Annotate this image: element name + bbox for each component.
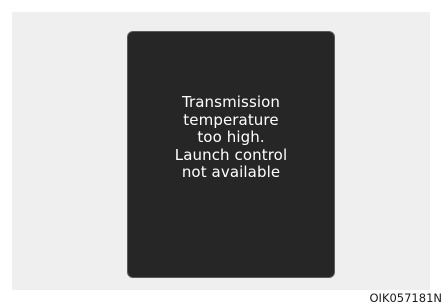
warning-message-line: Launch control	[174, 145, 288, 164]
warning-message-line: Transmission	[181, 93, 281, 111]
warning-message-line: temperature	[183, 110, 279, 129]
warning-message-line: too high.	[197, 128, 265, 147]
warning-message-line: not available	[181, 163, 281, 182]
warning-message: Transmission temperature too high. Launc…	[128, 93, 334, 182]
figure-code: OIK057181N	[369, 291, 442, 305]
cluster-warning-display: Transmission temperature too high. Launc…	[127, 31, 335, 278]
